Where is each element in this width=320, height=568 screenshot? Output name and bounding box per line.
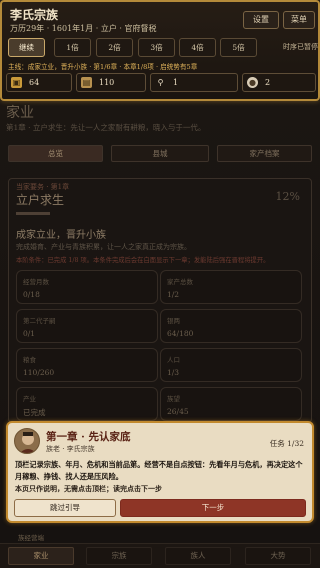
tab-property-archive[interactable]: 家产档案	[217, 145, 312, 162]
chapter-goal: 成家立业，晋升小族	[16, 230, 106, 241]
speed-4x-button[interactable]: 4倍	[179, 38, 216, 57]
tab-overview[interactable]: 总览	[8, 145, 103, 162]
resource-coins: ▣ 64	[6, 73, 72, 92]
chapter-description: 完成婚育、产业与青族积累，让一人之家真正成为宗族。	[16, 243, 191, 251]
skip-guide-button[interactable]: 跳过引导	[14, 499, 116, 517]
stat-property: 家产总数 1/2	[160, 270, 302, 304]
elder-avatar	[14, 428, 40, 454]
tab-county[interactable]: 县城	[111, 145, 209, 162]
chapter-title: 立户求生	[16, 193, 65, 207]
stat-population: 人口 1/3	[160, 348, 302, 382]
menu-button[interactable]: 菜单	[283, 11, 315, 29]
date-line: 万历29年 · 1601年1月 · 立户 · 官府督税	[10, 24, 157, 33]
tutorial-hint: 本页只作说明，无需点击顶栏；读完点击下一步	[15, 484, 162, 493]
task-counter: 任务 1/32	[269, 439, 304, 448]
top-bar: 李氏宗族 万历29年 · 1601年1月 · 立户 · 官府督税 设置 菜单 继…	[0, 0, 320, 101]
seal-icon: ●	[247, 77, 258, 88]
resource-seal: ● 2	[242, 73, 316, 92]
speed-2x-button[interactable]: 2倍	[96, 38, 133, 57]
tutorial-speaker: 族老 · 李氏宗族	[46, 445, 95, 453]
stat-grain: 粮食 110/260	[16, 348, 158, 382]
speed-5x-button[interactable]: 5倍	[220, 38, 257, 57]
nav-world-trend[interactable]: 大势	[245, 547, 311, 565]
speed-controls: 继续 1倍 2倍 3倍 4倍 5倍 时序已暂停	[6, 38, 318, 57]
stat-silver: 银两 64/180	[160, 309, 302, 343]
section-title: 家业	[6, 105, 34, 121]
speed-1x-button[interactable]: 1倍	[54, 38, 91, 57]
stat-heirs: 第二代子嗣 0/1	[16, 309, 158, 343]
tutorial-body: 顶栏记录宗族、年月、危机和当前品第。经营不是自点按钮：先看年月与危机，再决定这个…	[15, 460, 303, 481]
stat-industry: 产业 已完成	[16, 387, 158, 421]
chapter-title-underline	[16, 212, 50, 215]
bottom-nav: 家业 宗族 族人 大势	[0, 543, 320, 568]
time-status: 时序已暂停	[283, 43, 318, 51]
speed-continue-button[interactable]: 继续	[8, 38, 45, 57]
nav-clan[interactable]: 宗族	[86, 547, 152, 565]
coin-icon: ▣	[11, 77, 22, 88]
grain-icon: ▤	[81, 77, 92, 88]
nav-members[interactable]: 族人	[165, 547, 231, 565]
mainline-notice: 主线：成家立业，晋升小族 · 第1/6章 · 本章1/8项 · 启统势有5章	[8, 63, 198, 71]
speed-3x-button[interactable]: 3倍	[138, 38, 175, 57]
tutorial-dialog: 第一章 · 先认家底 族老 · 李氏宗族 任务 1/32 顶栏记录宗族、年月、危…	[6, 421, 314, 523]
bottom-hint: 族经营端	[18, 534, 44, 542]
stat-prestige: 族望 26/45	[160, 387, 302, 421]
section-subtitle: 第1章 · 立户求生：先让一人之家耐有耕粮，晓入与于一代。	[6, 123, 206, 132]
nav-family-business[interactable]: 家业	[8, 547, 74, 565]
stat-months: 经营月数 0/18	[16, 270, 158, 304]
settings-button[interactable]: 设置	[243, 11, 279, 29]
people-icon: ⚲	[157, 78, 164, 87]
clan-title: 李氏宗族	[10, 8, 59, 22]
resource-grain: ▤ 110	[76, 73, 146, 92]
chapter-condition: 本阶条件：已完成 1/8 项。本条件完成后会在白面显示下一章；发能陆后强在晋程将…	[16, 257, 270, 264]
resource-people: ⚲ 1	[150, 73, 238, 92]
chapter-percent: 12%	[275, 190, 300, 203]
next-step-button[interactable]: 下一步	[120, 499, 306, 517]
tutorial-title: 第一章 · 先认家底	[46, 431, 131, 443]
